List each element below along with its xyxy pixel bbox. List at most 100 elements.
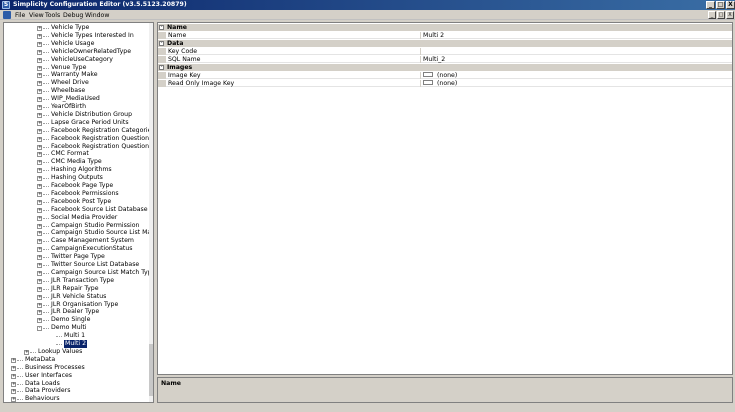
tree-item-label[interactable]: Social Media Provider [51, 214, 117, 222]
tree-item[interactable]: + Vehicle Usage [4, 40, 149, 48]
tree-item[interactable]: + Demo Single [4, 316, 149, 324]
tree-item[interactable]: + CMC Format [4, 150, 149, 158]
tree-item-label[interactable]: Venue Type [51, 64, 86, 72]
column-divider[interactable] [420, 48, 421, 55]
expand-icon[interactable]: + [24, 349, 29, 355]
tree-item[interactable]: + JLR Organisation Type [4, 301, 149, 309]
tree-item-label[interactable]: Demo Single [51, 316, 90, 324]
expand-icon[interactable]: + [37, 49, 42, 55]
tree-item[interactable]: + JLR Transaction Type [4, 277, 149, 285]
column-divider[interactable] [420, 72, 421, 79]
tree-item[interactable]: + Social Media Provider [4, 214, 149, 222]
expand-icon[interactable]: + [37, 176, 42, 182]
menu-file[interactable]: File [15, 12, 25, 19]
tree-item[interactable]: + Venue Type [4, 64, 149, 72]
tree-item[interactable]: + JLR Vehicle Status [4, 293, 149, 301]
expand-icon[interactable]: + [37, 57, 42, 63]
tree-item[interactable]: Multi 1 [4, 332, 149, 340]
expand-icon[interactable]: + [37, 41, 42, 47]
collapse-icon[interactable]: - [37, 326, 42, 332]
tree-item[interactable]: + Warranty Make [4, 71, 149, 79]
menu-debug[interactable]: Debug [63, 12, 83, 19]
expand-icon[interactable]: + [37, 215, 42, 221]
expand-icon[interactable]: + [37, 112, 42, 118]
expand-icon[interactable]: + [37, 160, 42, 166]
tree-item-label[interactable]: Multi 2 [64, 340, 88, 348]
expand-icon[interactable]: + [37, 255, 42, 261]
child-minimize-button[interactable]: _ [708, 11, 716, 19]
tree-item-label[interactable]: JLR Repair Type [51, 285, 99, 293]
tree-item-label[interactable]: Facebook Source List Database [51, 206, 148, 214]
tree-item-label[interactable]: Wheelbase [51, 87, 85, 95]
tree-item[interactable]: + YearOfBirth [4, 103, 149, 111]
property-category[interactable]: - Images [158, 64, 732, 71]
expand-icon[interactable]: + [37, 168, 42, 174]
menu-tools[interactable]: Tools [45, 12, 60, 19]
tree-item-label[interactable]: Campaign Studio Permission [51, 222, 139, 230]
expand-icon[interactable]: + [37, 278, 42, 284]
expand-icon[interactable]: + [37, 128, 42, 134]
expand-icon[interactable]: + [37, 191, 42, 197]
collapse-icon[interactable]: - [159, 25, 164, 30]
tree-item-label[interactable]: Lookup Values [38, 348, 82, 356]
tree-item-label[interactable]: VehicleOwnerRelatedType [51, 48, 131, 56]
property-grid[interactable]: - Name Name Multi 2- Data Key Code SQL Name Mul… [157, 22, 733, 375]
tree-item-label[interactable]: MetaData [25, 356, 55, 364]
column-divider[interactable] [420, 32, 421, 39]
tree-item[interactable]: + Data Loads [4, 380, 149, 388]
configuration-tree[interactable]: + Vehicle Type + Vehicle Types Interested I… [3, 22, 154, 403]
expand-icon[interactable]: + [37, 318, 42, 324]
minimize-button[interactable]: _ [706, 1, 715, 9]
tree-item-label[interactable]: Facebook Permissions [51, 190, 119, 198]
tree-item[interactable]: + JLR Repair Type [4, 285, 149, 293]
expand-icon[interactable]: + [37, 105, 42, 110]
tree-item[interactable]: + Vehicle Types Interested In [4, 32, 149, 40]
tree-item[interactable]: + VehicleUseCategory [4, 56, 149, 64]
tree-item[interactable]: + Facebook Registration Categories [4, 127, 153, 135]
child-restore-button[interactable]: □ [717, 11, 725, 19]
tree-item-label[interactable]: User Interfaces [25, 372, 72, 380]
expand-icon[interactable]: + [37, 97, 42, 103]
expand-icon[interactable]: + [37, 223, 42, 229]
expand-icon[interactable]: + [37, 239, 42, 245]
collapse-icon[interactable]: - [159, 41, 164, 46]
expand-icon[interactable]: + [37, 302, 42, 308]
document-icon[interactable] [3, 11, 11, 19]
tree-item-label[interactable]: JLR Dealer Type [51, 308, 99, 316]
expand-icon[interactable]: + [37, 144, 42, 150]
expand-icon[interactable]: + [37, 294, 42, 300]
tree-item[interactable]: + Facebook Source List Database [4, 206, 149, 214]
tree-item[interactable]: + Facebook Registration Question View [4, 143, 153, 151]
tree-item-label[interactable]: WIP_MediaUsed [51, 95, 100, 103]
property-row[interactable]: Name Multi 2 [158, 32, 732, 39]
property-row[interactable]: SQL Name Multi_2 [158, 56, 732, 63]
tree-item[interactable]: + Lapse Grace Period Units [4, 119, 149, 127]
property-category[interactable]: - Name [158, 24, 732, 31]
column-divider[interactable] [420, 56, 421, 63]
tree-item[interactable]: + Campaign Studio Source List Match Type [4, 229, 153, 237]
tree-item-label[interactable]: Demo Multi [51, 324, 86, 332]
tree-scrollbar-thumb[interactable] [149, 344, 153, 396]
tree-item-label[interactable]: Data Providers [25, 387, 70, 395]
tree-item[interactable]: + Business Processes [4, 364, 149, 372]
tree-item[interactable]: + Hashing Outputs [4, 174, 149, 182]
tree-item[interactable]: + Vehicle Distribution Group [4, 111, 149, 119]
expand-icon[interactable]: + [37, 286, 42, 292]
property-row[interactable]: Read Only Image Key (none) [158, 80, 732, 87]
expand-icon[interactable]: + [37, 247, 42, 253]
tree-item[interactable]: + Campaign Studio Permission [4, 222, 149, 230]
tree-item[interactable]: + Case Management System [4, 237, 149, 245]
tree-item-label[interactable]: Vehicle Types Interested In [51, 32, 134, 40]
tree-item[interactable]: + Facebook Page Type [4, 182, 149, 190]
tree-item[interactable]: + Vehicle Type [4, 24, 149, 32]
expand-icon[interactable]: + [11, 389, 16, 395]
expand-icon[interactable]: + [37, 184, 42, 189]
expand-icon[interactable]: + [11, 397, 16, 402]
tree-item-label[interactable]: YearOfBirth [51, 103, 86, 111]
expand-icon[interactable]: + [37, 89, 42, 95]
tree-item-label[interactable]: Twitter Source List Database [51, 261, 139, 269]
tree-item-label[interactable]: Facebook Registration Categories [51, 127, 153, 135]
collapse-icon[interactable]: - [159, 65, 164, 70]
tree-item-label[interactable]: JLR Transaction Type [51, 277, 114, 285]
tree-item-label[interactable]: Behaviours [25, 395, 60, 402]
